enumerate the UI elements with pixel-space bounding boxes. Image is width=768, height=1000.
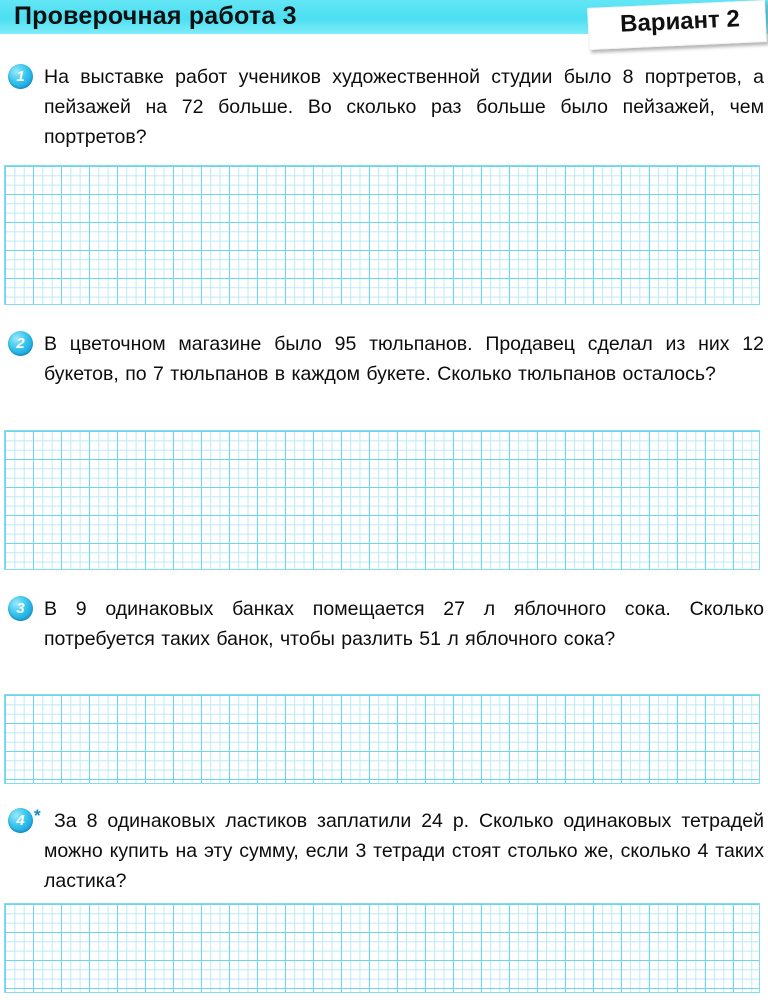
- task-text-3: В 9 одинаковых банках помещается 27 л яб…: [44, 598, 764, 650]
- task-text-2: В цветочном магазине было 95 тюльпанов. …: [44, 333, 764, 385]
- answer-grid-1[interactable]: [4, 165, 760, 305]
- task-number-1: 1: [8, 64, 33, 89]
- answer-grid-3[interactable]: [4, 694, 760, 784]
- worksheet-page: Проверочная работа 3 Вариант 2 1 На выст…: [0, 0, 768, 1000]
- page-title: Проверочная работа 3: [14, 2, 297, 30]
- task-text-1: На выставке работ учеников художественно…: [44, 66, 764, 148]
- task-text-4: За 8 одинаковых ластиков заплатили 24 р.…: [44, 810, 764, 892]
- starred-task-marker: *: [34, 806, 41, 825]
- answer-grid-4[interactable]: [4, 903, 760, 993]
- task-number-4: 4: [8, 808, 33, 833]
- answer-grid-2[interactable]: [4, 430, 760, 570]
- task-number-3: 3: [8, 596, 33, 621]
- task-number-2: 2: [8, 331, 33, 356]
